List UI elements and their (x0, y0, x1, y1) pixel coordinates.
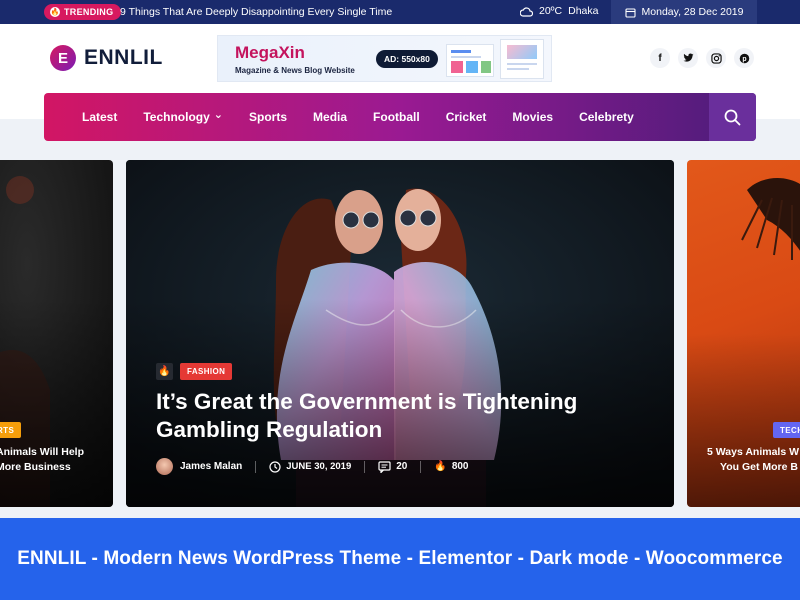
category-tag[interactable]: RTS (0, 422, 22, 438)
ad-subtitle: Magazine & News Blog Website (235, 66, 355, 75)
nav-item-label: Cricket (445, 110, 487, 124)
weather-widget: 20ºC Dhaka (520, 5, 598, 17)
nav-item-label: Movies (512, 110, 554, 124)
nav-item-media[interactable]: Media (313, 93, 347, 141)
twitter-icon[interactable] (678, 48, 698, 68)
calendar-icon (624, 7, 636, 18)
nav-item-cricket[interactable]: Cricket (446, 93, 487, 141)
post-date: JUNE 30, 2019 (286, 461, 352, 472)
current-date: Monday, 28 Dec 2019 (641, 6, 744, 18)
slide-card-next[interactable]: TECH 5 Ways Animals W You Get More B (687, 160, 800, 507)
comment-icon (378, 460, 391, 473)
slide-title-line: You Get More B (720, 461, 798, 473)
trending-badge[interactable]: 🔥 TRENDING (44, 4, 122, 20)
fire-icon: 🔥 (434, 461, 447, 472)
trending-label: TRENDING (64, 7, 114, 17)
logo-text: ENNLIL (84, 46, 163, 69)
nav-item-movies[interactable]: Movies (512, 93, 553, 141)
banner-text: ENNLIL - Modern News WordPress Theme - E… (17, 548, 783, 569)
facebook-icon[interactable]: f (650, 48, 670, 68)
social-links: f p (650, 48, 754, 68)
nav-menu: Latest Technology ⌄ Sports Media Football Cric… (44, 93, 634, 141)
slide-title-line: Animals Will Help (0, 446, 85, 458)
theme-banner: ENNLIL - Modern News WordPress Theme - E… (0, 518, 800, 600)
comment-count[interactable]: 20 (396, 461, 407, 472)
nav-item-label: Sports (249, 110, 288, 124)
category-tag[interactable]: FASHION (180, 363, 233, 380)
view-count: 800 (451, 461, 469, 472)
weather-temp: 20ºC (539, 5, 563, 17)
chevron-down-icon: ⌄ (213, 108, 224, 121)
post-meta: James Malan JUNE 30, 2019 20 🔥 800 (156, 458, 469, 475)
trending-fire-icon: 🔥 (156, 363, 173, 380)
author-name[interactable]: James Malan (180, 461, 242, 472)
search-icon (724, 109, 741, 125)
cloud-icon (520, 6, 533, 17)
ad-mockup-image (446, 44, 494, 77)
ad-banner[interactable]: MegaXin Magazine & News Blog Website AD:… (217, 35, 552, 82)
nav-item-football[interactable]: Football (373, 93, 420, 141)
category-tag[interactable]: TECH (773, 422, 800, 438)
nav-item-label: Latest (82, 110, 118, 124)
search-button[interactable] (709, 93, 756, 141)
slide-title-line: 5 Ways Animals W (707, 446, 799, 458)
slide-card-active[interactable]: 🔥 FASHION It’s Great the Government is T… (126, 160, 674, 507)
ad-size-label: AD: 550x80 (376, 50, 438, 68)
featured-slider: RTS Animals Will Help More Business (0, 141, 800, 518)
nav-item-technology[interactable]: Technology ⌄ (143, 93, 223, 141)
slide-title[interactable]: It’s Great the Government is Tightening … (156, 388, 636, 444)
nav-item-celebrety[interactable]: Celebrety (579, 93, 634, 141)
fire-icon: 🔥 (50, 7, 60, 17)
clock-icon (269, 460, 281, 473)
logo-mark: E (50, 45, 76, 71)
top-bar: 🔥 TRENDING 9 Things That Are Deeply Disa… (0, 0, 800, 24)
slide-title[interactable]: Animals Will Help More Business (0, 445, 84, 475)
slide-card-previous[interactable]: RTS Animals Will Help More Business (0, 160, 113, 507)
ad-title: MegaXin (235, 43, 305, 62)
svg-text:p: p (742, 55, 746, 62)
main-navigation: Latest Technology ⌄ Sports Media Football Cric… (44, 93, 756, 141)
nav-item-label: Celebrety (579, 110, 634, 124)
slide-title-line: More Business (0, 461, 71, 473)
trending-headline[interactable]: 9 Things That Are Deeply Disappointing E… (120, 6, 392, 18)
site-logo[interactable]: E ENNLIL (50, 45, 163, 71)
instagram-icon[interactable] (706, 48, 726, 68)
nav-item-label: Media (313, 110, 348, 124)
slide-title[interactable]: 5 Ways Animals W You Get More B (707, 445, 799, 475)
weather-city: Dhaka (568, 5, 599, 17)
pinterest-icon[interactable]: p (734, 48, 754, 68)
nav-item-label: Football (373, 110, 420, 124)
nav-item-label: Technology (143, 110, 210, 124)
ad-mockup-phone (500, 39, 544, 79)
date-display: Monday, 28 Dec 2019 (611, 0, 757, 24)
nav-item-sports[interactable]: Sports (249, 93, 287, 141)
author-avatar[interactable] (156, 458, 173, 475)
nav-item-latest[interactable]: Latest (82, 93, 117, 141)
